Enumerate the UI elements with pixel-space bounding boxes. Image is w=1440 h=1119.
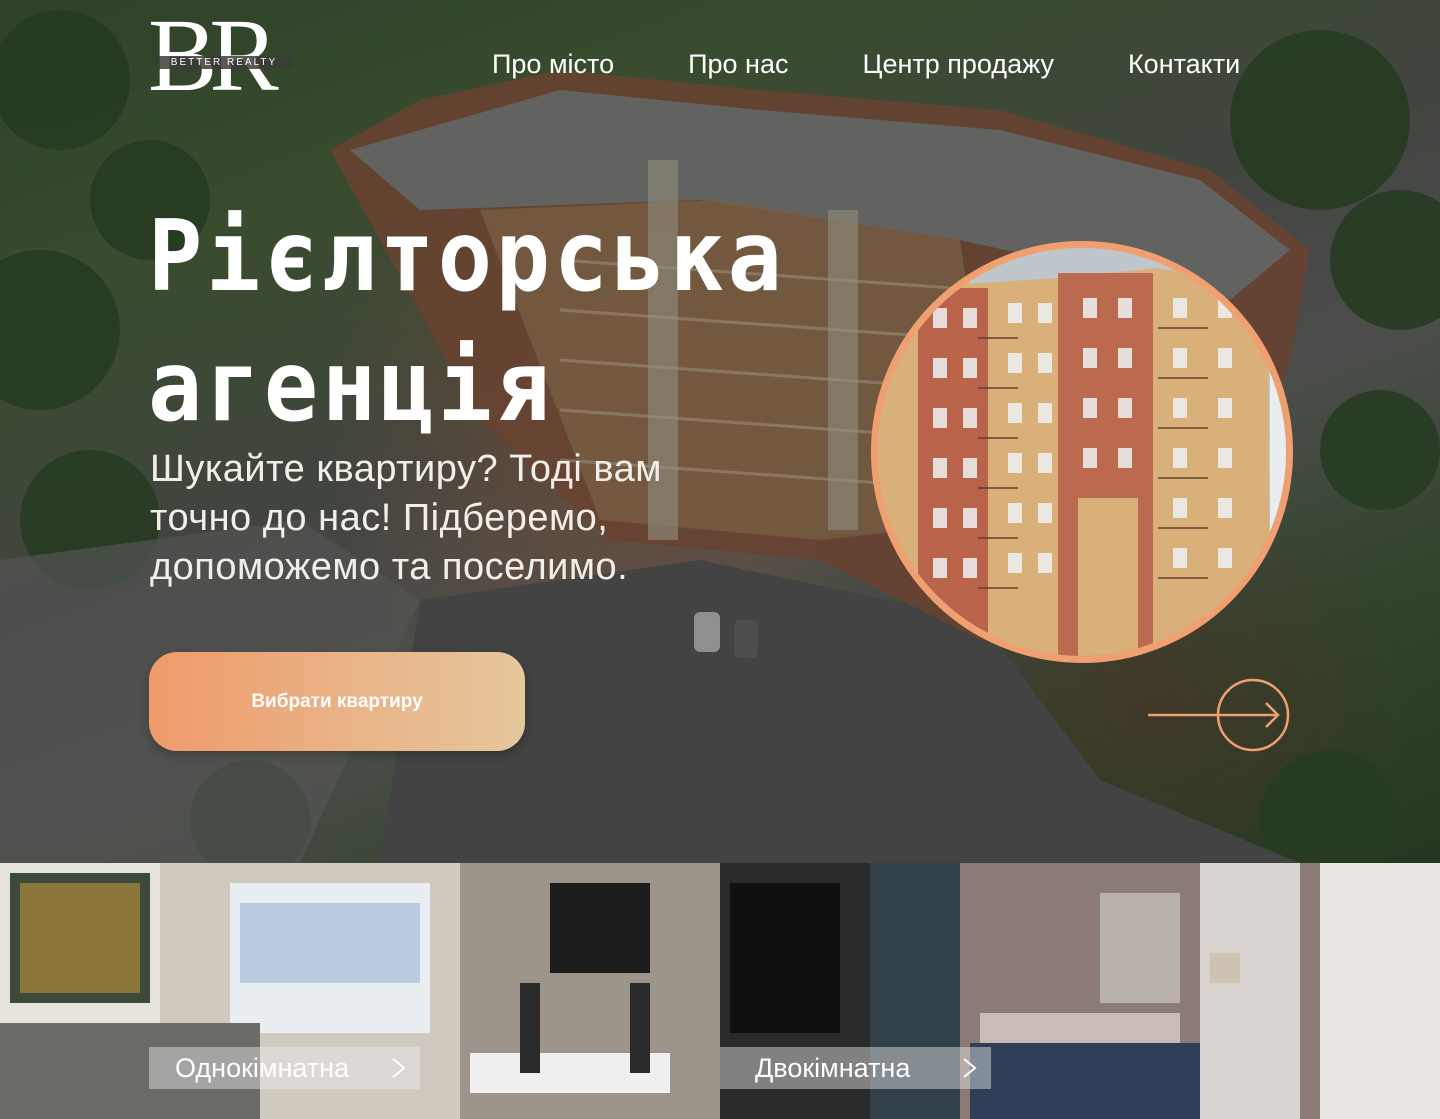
- nav-item-about-us[interactable]: Про нас: [688, 44, 788, 84]
- nav-item-sales-center[interactable]: Центр продажу: [862, 44, 1053, 84]
- apartment-types: Однокімнатна Двокімнатна: [0, 863, 1440, 1119]
- building-facade-image: [878, 248, 1286, 656]
- nav-item-about-city[interactable]: Про місто: [492, 44, 614, 84]
- main-nav: Про місто Про нас Центр продажу Контакти: [492, 44, 1240, 84]
- arrow-right-icon: [1148, 678, 1290, 752]
- building-photo: [871, 241, 1293, 663]
- chevron-right-icon: [963, 1058, 977, 1078]
- hero-subtitle: Шукайте квартиру? Тоді вам точно до нас!…: [150, 448, 662, 588]
- one-room-link[interactable]: Однокімнатна: [149, 1047, 420, 1089]
- two-room-link[interactable]: Двокімнатна: [720, 1047, 991, 1089]
- logo-tagline: BETTER REALTY: [156, 56, 292, 69]
- card-two-room[interactable]: Двокімнатна: [720, 863, 1440, 1119]
- choose-apartment-button[interactable]: Вибрати квартиру: [149, 652, 525, 751]
- nav-item-contacts[interactable]: Контакти: [1128, 44, 1240, 84]
- two-room-label: Двокімнатна: [755, 1053, 911, 1083]
- chevron-right-icon: [392, 1058, 406, 1078]
- title-line-1: Рієлторська: [148, 200, 786, 314]
- one-room-label: Однокімнатна: [175, 1053, 350, 1083]
- card-one-room[interactable]: Однокімнатна: [0, 863, 720, 1119]
- brand-logo[interactable]: BR BETTER REALTY: [148, 4, 296, 108]
- title-line-2: агенція: [148, 330, 554, 444]
- next-slide-button[interactable]: [1146, 678, 1292, 752]
- page-title: Рієлторська агенція: [148, 192, 792, 452]
